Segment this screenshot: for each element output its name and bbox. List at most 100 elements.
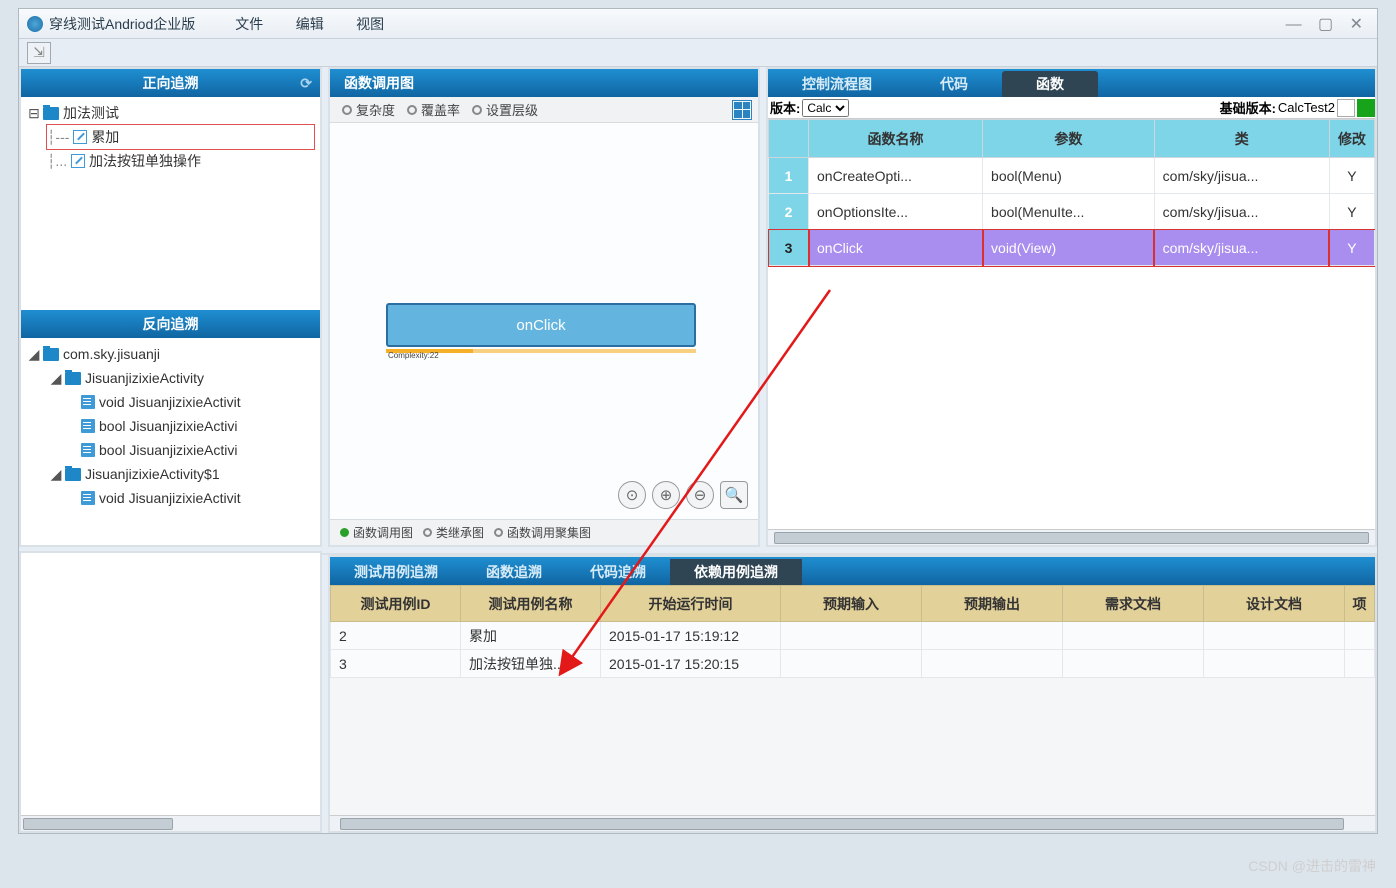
menu-edit[interactable]: 编辑 xyxy=(296,16,324,32)
watermark: CSDN @进击的雷神 xyxy=(1248,856,1376,876)
graph-node-onclick[interactable]: onClick xyxy=(386,303,696,347)
tree-root[interactable]: ⊟ 加法测试 xyxy=(27,101,314,125)
tab-function[interactable]: 函数 xyxy=(1002,71,1098,97)
reverse-tree[interactable]: ◢ com.sky.jisuanji ◢ JisuanjizixieActivi… xyxy=(21,338,320,545)
doc-icon xyxy=(81,491,95,505)
trace-hscroll[interactable] xyxy=(330,815,1375,831)
menu-view[interactable]: 视图 xyxy=(356,16,384,32)
trace-panel: 测试用例追溯 函数追溯 代码追溯 依赖用例追溯 测试用例ID 测试用例名称 开始… xyxy=(328,555,1377,833)
titlebar: 穿线测试Andriod企业版 文件 编辑 视图 — ▢ ✕ xyxy=(19,9,1377,39)
left-column: 正向追溯 ⟳ ⊟ 加法测试 ┆--- 累加 ┆... 加法按 xyxy=(19,67,322,547)
middle-column: 函数调用图 复杂度 覆盖率 设置层级 onClick Complexity:22… xyxy=(328,67,760,547)
doc-icon xyxy=(81,395,95,409)
right-column: 控制流程图 代码 函数 版本: Calc 基础版本: CalcTest2 xyxy=(766,67,1377,547)
call-graph-header: 函数调用图 xyxy=(330,69,758,97)
tab-flowchart[interactable]: 控制流程图 xyxy=(768,71,906,97)
function-grid: 函数名称 参数 类 修改 1 onCreateOpti...bool(Menu)… xyxy=(768,119,1375,266)
left-hscroll[interactable] xyxy=(21,815,320,831)
col-class[interactable]: 类 xyxy=(1154,120,1329,158)
table-row-selected[interactable]: 3 onClickvoid(View) com/sky/jisua...Y xyxy=(769,230,1375,266)
tcol-expin[interactable]: 预期输入 xyxy=(781,586,922,622)
swatch-white[interactable] xyxy=(1337,99,1355,117)
app-title: 穿线测试Andriod企业版 xyxy=(49,14,195,34)
toolbar: ⇲ xyxy=(19,39,1377,67)
zoom-out-icon[interactable]: ⊖ xyxy=(686,481,714,509)
function-grid-wrap[interactable]: 函数名称 参数 类 修改 1 onCreateOpti...bool(Menu)… xyxy=(768,119,1375,529)
trace-tabs: 测试用例追溯 函数追溯 代码追溯 依赖用例追溯 xyxy=(330,557,1375,585)
tree-root[interactable]: ◢ com.sky.jisuanji xyxy=(27,342,314,366)
col-rownum xyxy=(769,120,809,158)
tcol-time[interactable]: 开始运行时间 xyxy=(601,586,781,622)
edit-icon xyxy=(71,154,85,168)
zoom-controls: ⊙ ⊕ ⊖ 🔍 xyxy=(618,481,748,509)
tab-func-trace[interactable]: 函数追溯 xyxy=(462,559,566,585)
subtab-level[interactable]: 设置层级 xyxy=(472,100,538,119)
left-lower-blank xyxy=(19,551,322,833)
tab-code[interactable]: 代码 xyxy=(906,71,1002,97)
swatch-green[interactable] xyxy=(1357,99,1375,117)
forward-tree[interactable]: ⊟ 加法测试 ┆--- 累加 ┆... 加法按钮单独操作 xyxy=(21,97,320,304)
col-param[interactable]: 参数 xyxy=(983,120,1155,158)
tree-item[interactable]: ┆... 加法按钮单独操作 xyxy=(47,149,314,173)
expand-icon[interactable] xyxy=(732,100,752,120)
base-version-value: CalcTest2 xyxy=(1278,100,1335,115)
subtab-complexity[interactable]: 复杂度 xyxy=(342,100,395,119)
table-row[interactable]: 2 onOptionsIte...bool(MenuIte... com/sky… xyxy=(769,194,1375,230)
doc-icon xyxy=(81,443,95,457)
tab-callgraph[interactable]: 函数调用图 xyxy=(340,524,413,541)
tcol-reqdoc[interactable]: 需求文档 xyxy=(1063,586,1204,622)
menu-file[interactable]: 文件 xyxy=(235,16,263,32)
trace-grid: 测试用例ID 测试用例名称 开始运行时间 预期输入 预期输出 需求文档 设计文档… xyxy=(330,585,1375,678)
tree-method[interactable]: void JisuanjizixieActivit xyxy=(81,390,314,414)
call-graph-canvas[interactable]: onClick Complexity:22 ⊙ ⊕ ⊖ 🔍 xyxy=(330,123,758,519)
tree-method[interactable]: void JisuanjizixieActivit xyxy=(81,486,314,510)
upper-row: 正向追溯 ⟳ ⊟ 加法测试 ┆--- 累加 ┆... 加法按 xyxy=(19,67,1377,547)
tree-item-selected[interactable]: ┆--- 累加 xyxy=(47,125,314,149)
version-row: 版本: Calc 基础版本: CalcTest2 xyxy=(768,97,1375,119)
tcol-more[interactable]: 项 xyxy=(1345,586,1375,622)
folder-icon xyxy=(43,107,59,120)
trace-row[interactable]: 3加法按钮单独...2015-01-17 15:20:15 xyxy=(331,650,1375,678)
col-name[interactable]: 函数名称 xyxy=(809,120,983,158)
tab-inheritance[interactable]: 类继承图 xyxy=(423,524,484,541)
tab-dep-trace[interactable]: 依赖用例追溯 xyxy=(670,559,802,585)
folder-icon xyxy=(65,468,81,481)
hscroll[interactable] xyxy=(768,529,1375,545)
subtab-coverage[interactable]: 覆盖率 xyxy=(407,100,460,119)
app-window: 穿线测试Andriod企业版 文件 编辑 视图 — ▢ ✕ ⇲ 正向追溯 ⟳ ⊟ xyxy=(18,8,1378,834)
window-controls[interactable]: — ▢ ✕ xyxy=(1286,14,1369,34)
tcol-id[interactable]: 测试用例ID xyxy=(331,586,461,622)
zoom-fit-icon[interactable]: ⊙ xyxy=(618,481,646,509)
trace-row[interactable]: 2累加2015-01-17 15:19:12 xyxy=(331,622,1375,650)
table-row[interactable]: 1 onCreateOpti...bool(Menu) com/sky/jisu… xyxy=(769,158,1375,194)
tree-method[interactable]: bool JisuanjizixieActivi xyxy=(81,414,314,438)
folder-icon xyxy=(65,372,81,385)
mid-bottom-tabs: 函数调用图 类继承图 函数调用聚集图 xyxy=(330,519,758,545)
app-icon xyxy=(27,16,43,32)
tcol-name[interactable]: 测试用例名称 xyxy=(461,586,601,622)
zoom-in-icon[interactable]: ⊕ xyxy=(652,481,680,509)
tree-class[interactable]: ◢ JisuanjizixieActivity xyxy=(49,366,314,390)
toolbar-btn[interactable]: ⇲ xyxy=(27,42,51,64)
tcol-expout[interactable]: 预期输出 xyxy=(922,586,1063,622)
base-version-label: 基础版本: xyxy=(1218,98,1278,117)
right-tabs: 控制流程图 代码 函数 xyxy=(768,69,1375,97)
search-icon[interactable]: 🔍 xyxy=(720,481,748,509)
call-graph-subtabs: 复杂度 覆盖率 设置层级 xyxy=(330,97,758,123)
version-label: 版本: xyxy=(768,98,802,117)
folder-icon xyxy=(43,348,59,361)
doc-icon xyxy=(81,419,95,433)
tab-code-trace[interactable]: 代码追溯 xyxy=(566,559,670,585)
tree-class[interactable]: ◢ JisuanjizixieActivity$1 xyxy=(49,462,314,486)
tab-cluster[interactable]: 函数调用聚集图 xyxy=(494,524,591,541)
tcol-designdoc[interactable]: 设计文档 xyxy=(1204,586,1345,622)
content: 正向追溯 ⟳ ⊟ 加法测试 ┆--- 累加 ┆... 加法按 xyxy=(19,67,1377,833)
tab-testcase-trace[interactable]: 测试用例追溯 xyxy=(330,559,462,585)
version-select[interactable]: Calc xyxy=(802,99,849,117)
complexity-label: Complexity:22 xyxy=(388,351,439,360)
forward-trace-header: 正向追溯 ⟳ xyxy=(21,69,320,97)
tree-method[interactable]: bool JisuanjizixieActivi xyxy=(81,438,314,462)
reload-icon[interactable]: ⟳ xyxy=(300,75,312,92)
col-mod[interactable]: 修改 xyxy=(1329,120,1374,158)
reverse-trace-header: 反向追溯 xyxy=(21,310,320,338)
